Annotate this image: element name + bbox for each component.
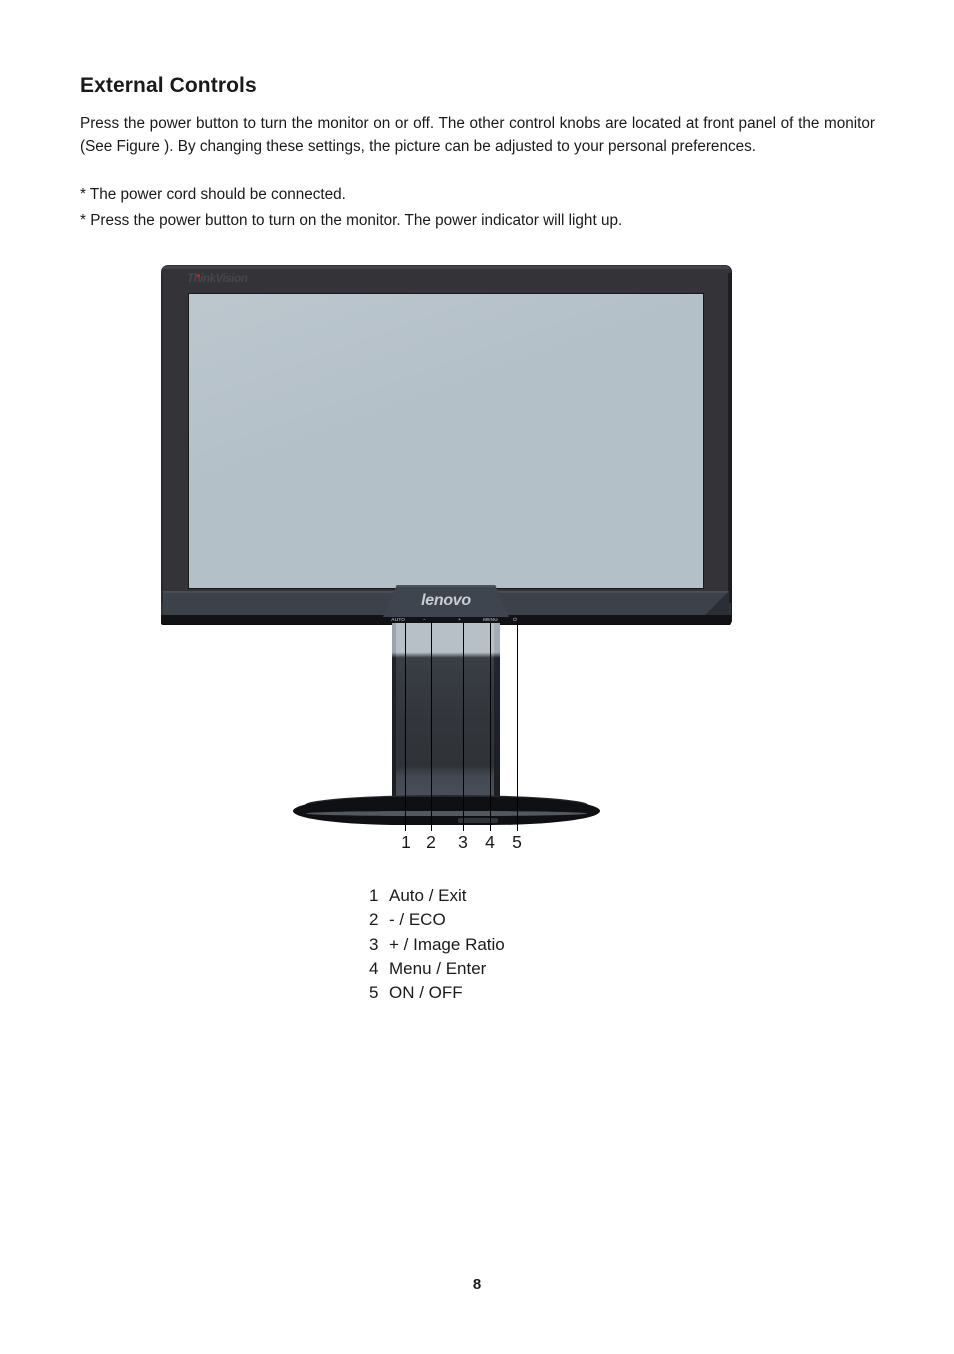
legend-index-1: 1 xyxy=(369,886,379,905)
legend-item-4: 4 Menu / Enter xyxy=(369,957,505,981)
callout-number-3: 3 xyxy=(458,832,468,852)
legend-item-3: 3 + / Image Ratio xyxy=(369,933,505,957)
legend-item-1: 1 Auto / Exit xyxy=(369,884,505,908)
callout-number-1: 1 xyxy=(401,832,411,852)
legend-item-2: 2 - / ECO xyxy=(369,908,505,932)
bezel-left-edge xyxy=(161,273,163,603)
callout-number-4: 4 xyxy=(485,832,495,852)
leader-line-2 xyxy=(431,623,433,831)
button-glyph-menu[interactable]: MENU xyxy=(483,617,498,622)
legend-label-3: + / Image Ratio xyxy=(389,934,505,954)
legend-item-5: 5 ON / OFF xyxy=(369,981,505,1005)
thinkvision-red-dot-icon xyxy=(197,274,200,277)
button-glyph-plus[interactable]: + xyxy=(458,617,461,622)
stand-base-highlight xyxy=(306,811,587,816)
monitor-stand-neck xyxy=(392,623,500,806)
legend-label-4: Menu / Enter xyxy=(389,958,487,978)
legend-label-1: Auto / Exit xyxy=(389,886,467,905)
leader-line-5 xyxy=(517,623,519,831)
button-glyph-minus[interactable]: − xyxy=(423,617,426,622)
monitor-illustration: ThinkVision lenovo AUTO − + MENU ⏻ xyxy=(161,265,731,624)
bezel-top-highlight xyxy=(163,266,729,269)
legend-index-5: 5 xyxy=(369,983,379,1003)
screen-glare xyxy=(189,294,703,588)
button-glyph-power[interactable]: ⏻ xyxy=(513,617,517,622)
legend-label-5: ON / OFF xyxy=(389,983,463,1003)
monitor-figure: ThinkVision lenovo AUTO − + MENU ⏻ 1 2 3… xyxy=(0,0,954,1020)
callout-number-row: 1 2 3 4 5 xyxy=(0,831,954,853)
button-glyph-auto[interactable]: AUTO xyxy=(391,617,405,622)
thinkvision-logo: ThinkVision xyxy=(187,272,248,286)
page-number: 8 xyxy=(472,1276,482,1293)
legend-label-2: - / ECO xyxy=(389,910,446,930)
lenovo-badge-plate-edge xyxy=(395,585,497,587)
leader-line-4 xyxy=(490,623,492,831)
callout-number-5: 5 xyxy=(512,832,522,852)
leader-line-3 xyxy=(463,623,465,831)
legend-index-2: 2 xyxy=(369,910,379,930)
lenovo-logo: lenovo xyxy=(421,592,471,609)
legend-index-3: 3 xyxy=(369,934,379,954)
legend-index-4: 4 xyxy=(369,958,379,978)
stand-neck-left-edge xyxy=(392,623,396,806)
callout-number-2: 2 xyxy=(426,832,436,852)
bezel-right-edge xyxy=(728,273,731,603)
control-legend: 1 Auto / Exit 2 - / ECO 3 + / Image Ratio 4… xyxy=(369,884,505,1005)
leader-line-1 xyxy=(405,623,407,831)
stand-neck-right-edge xyxy=(494,623,500,806)
